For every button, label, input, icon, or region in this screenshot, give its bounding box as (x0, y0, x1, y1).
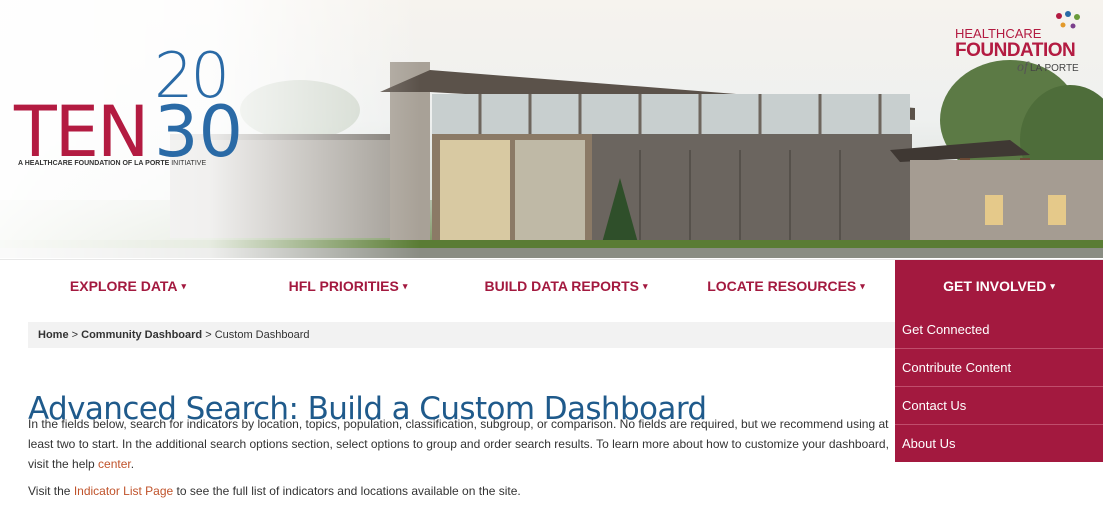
logo-la-porte: LA PORTE (1030, 63, 1079, 74)
right-window (985, 195, 1003, 225)
indicator-list-link[interactable]: Indicator List Page (74, 484, 173, 498)
nav-explore-data[interactable]: EXPLORE DATA ▾ (28, 260, 228, 312)
entrance-glass2 (515, 140, 585, 240)
breadcrumb-community-dashboard[interactable]: Community Dashboard (81, 329, 202, 341)
logo-of: of (1017, 60, 1028, 75)
caret-down-icon: ▾ (860, 281, 865, 291)
visit-paragraph: Visit the Indicator List Page to see the… (28, 484, 521, 498)
visit-prefix: Visit the (28, 484, 74, 498)
breadcrumb-separator: > (71, 329, 79, 341)
glass-upper (432, 94, 910, 134)
ten30-logo[interactable]: 20 TEN 30 A HEALTHCARE FOUNDATION OF LA … (14, 45, 254, 176)
dropdown-item-about-us[interactable]: About Us (895, 425, 1103, 462)
nav-get-involved[interactable]: GET INVOLVED ▾ (895, 260, 1103, 312)
right-wing (910, 160, 1103, 244)
main-nav: EXPLORE DATA ▾ HFL PRIORITIES ▾ BUILD DATA… (0, 259, 1103, 312)
intro-end: . (130, 457, 135, 471)
breadcrumb: Home > Community Dashboard > Custom Dash… (28, 322, 895, 348)
healthcare-foundation-logo[interactable]: HEALTHCARE FOUNDATION of LA PORTE (955, 10, 1090, 90)
entrance-glass (440, 140, 510, 240)
logo-foundation: FOUNDATION (955, 40, 1076, 61)
people-dots-icon (1056, 11, 1080, 29)
help-center-link[interactable]: center (98, 457, 131, 471)
visit-suffix: to see the full list of indicators and l… (173, 484, 521, 498)
intro-paragraph: In the fields below, search for indicato… (28, 414, 898, 474)
hero-banner: 20 TEN 30 A HEALTHCARE FOUNDATION OF LA … (0, 0, 1103, 258)
nav-label: HFL PRIORITIES (288, 278, 399, 294)
dropdown-item-get-connected[interactable]: Get Connected (895, 311, 1103, 349)
dropdown-item-contribute-content[interactable]: Contribute Content (895, 349, 1103, 387)
caret-down-icon: ▾ (1050, 281, 1055, 291)
nav-locate-resources[interactable]: LOCATE RESOURCES ▾ (686, 260, 886, 312)
breadcrumb-separator: > (205, 329, 212, 341)
logo-tagline: A HEALTHCARE FOUNDATION OF LA PORTE INIT… (18, 160, 206, 167)
caret-down-icon: ▾ (642, 281, 648, 291)
breadcrumb-home[interactable]: Home (38, 329, 69, 341)
logo-healthcare: HEALTHCARE (955, 26, 1042, 41)
caret-down-icon: ▾ (402, 281, 408, 291)
nav-label: EXPLORE DATA (69, 278, 178, 294)
caret-down-icon: ▾ (181, 281, 187, 291)
right-window (1048, 195, 1066, 225)
intro-text: In the fields below, search for indicato… (28, 417, 889, 471)
nav-label: BUILD DATA REPORTS (484, 278, 639, 294)
nav-label: LOCATE RESOURCES (707, 278, 857, 294)
dropdown-item-contact-us[interactable]: Contact Us (895, 387, 1103, 425)
nav-label: GET INVOLVED (943, 278, 1047, 294)
breadcrumb-current: Custom Dashboard (214, 329, 310, 341)
nav-hfl-priorities[interactable]: HFL PRIORITIES ▾ (248, 260, 448, 312)
logo-tagline-bold: A HEALTHCARE FOUNDATION OF LA PORTE (18, 160, 170, 167)
get-involved-dropdown: Get Connected Contribute Content Contact… (895, 311, 1103, 462)
logo-tagline-light: INITIATIVE (171, 160, 207, 167)
nav-build-data-reports[interactable]: BUILD DATA REPORTS ▾ (466, 260, 666, 312)
